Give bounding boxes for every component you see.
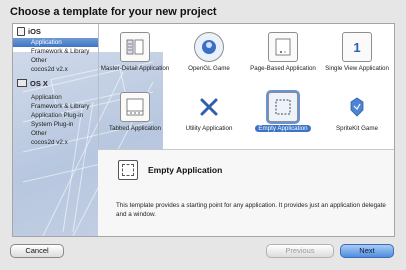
sidebar-group-ios: iOS [13, 24, 98, 38]
next-button[interactable]: Next [340, 244, 394, 258]
template-label: Single View Application [325, 65, 389, 72]
single-view-icon: 1 [342, 32, 372, 62]
template-empty-application[interactable]: Empty Application [246, 88, 320, 150]
mac-display-icon [17, 79, 27, 87]
template-spritekit-game[interactable]: SpriteKit Game [320, 88, 394, 150]
previous-button[interactable]: Previous [266, 244, 334, 258]
sidebar-item-osx-other[interactable]: Other [13, 129, 98, 138]
template-single-view[interactable]: 1 Single View Application [320, 28, 394, 90]
master-detail-icon [120, 32, 150, 62]
empty-application-icon [118, 160, 138, 180]
detail-title: Empty Application [148, 165, 223, 175]
spritekit-icon [342, 92, 372, 122]
template-grid: Master-Detail Application OpenGL Game Pa… [98, 24, 394, 149]
template-label: Tabbed Application [109, 125, 161, 132]
template-page-based[interactable]: Page-Based Application [246, 28, 320, 90]
template-chooser-panel: iOS Application Framework & Library Othe… [12, 23, 395, 237]
detail-description: This template provides a starting point … [116, 202, 386, 218]
sidebar-group-label: iOS [28, 26, 41, 36]
sidebar-item-osx-framework-library[interactable]: Framework & Library [13, 102, 98, 111]
sidebar-item-osx-application[interactable]: Application [13, 93, 98, 102]
template-label: Master-Detail Application [100, 65, 170, 72]
template-label: SpriteKit Game [336, 125, 378, 132]
template-label: OpenGL Game [188, 65, 230, 72]
page-based-icon [268, 32, 298, 62]
template-category-sidebar: iOS Application Framework & Library Othe… [13, 24, 99, 236]
sidebar-group-osx: OS X [13, 76, 98, 90]
utility-icon [194, 92, 224, 122]
template-opengl-game[interactable]: OpenGL Game [172, 28, 246, 90]
template-master-detail[interactable]: Master-Detail Application [98, 28, 172, 90]
single-view-badge: 1 [353, 39, 361, 55]
empty-application-icon [268, 92, 298, 122]
sidebar-group-label: OS X [30, 78, 48, 88]
template-label: Page-Based Application [250, 65, 316, 72]
sidebar-item-ios-cocos2d[interactable]: cocos2d v2.x [13, 65, 98, 74]
sidebar-item-osx-system-plugin[interactable]: System Plug-in [13, 120, 98, 129]
sidebar-item-ios-framework-library[interactable]: Framework & Library [13, 47, 98, 56]
opengl-game-icon [194, 32, 224, 62]
tabbed-icon [120, 92, 150, 122]
template-detail-pane: Empty Application This template provides… [98, 149, 394, 236]
cancel-button[interactable]: Cancel [10, 244, 64, 258]
sidebar-item-ios-application[interactable]: Application [13, 38, 98, 47]
ios-device-icon [17, 26, 25, 36]
sidebar-item-osx-cocos2d[interactable]: cocos2d v2.x [13, 138, 98, 147]
template-utility[interactable]: Utility Application [172, 88, 246, 150]
template-tabbed[interactable]: Tabbed Application [98, 88, 172, 150]
template-label: Empty Application [255, 125, 311, 133]
dialog-title: Choose a template for your new project [10, 6, 217, 18]
sidebar-item-ios-other[interactable]: Other [13, 56, 98, 65]
template-label: Utility Application [185, 125, 233, 132]
sidebar-item-osx-application-plugin[interactable]: Application Plug-in [13, 111, 98, 120]
